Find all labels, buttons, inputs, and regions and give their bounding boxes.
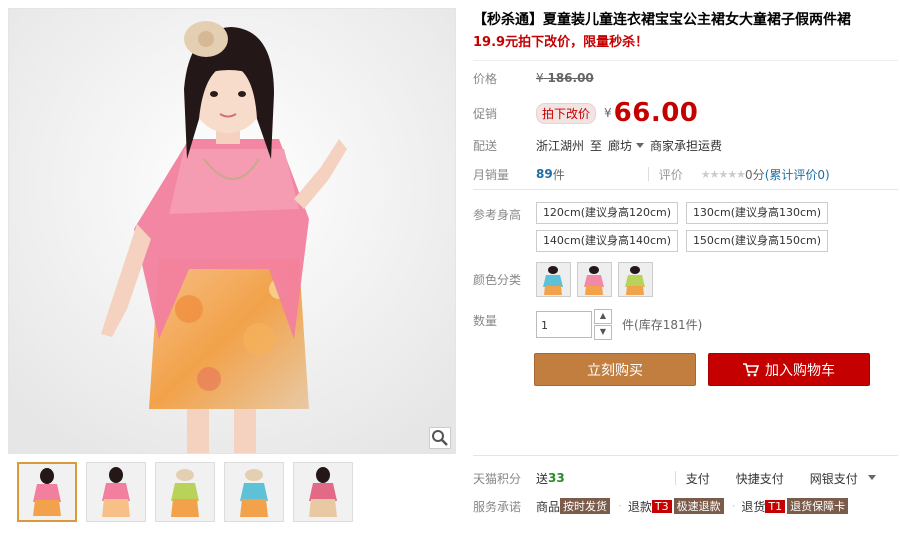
promo-price-row: 促销 拍下改价 ¥ 66.00 (473, 95, 898, 131)
action-buttons: 立刻购买 加入购物车 (534, 353, 898, 386)
size-option-120[interactable]: 120cm(建议身高120cm) (536, 202, 678, 224)
promo-label: 促销 (473, 106, 498, 121)
promo-tag: 拍下改价 (536, 102, 597, 124)
points-prefix: 送 (536, 471, 549, 486)
quantity-unit: 件 (622, 318, 635, 332)
color-option-green[interactable] (618, 262, 653, 297)
quantity-up-button[interactable]: ▲ (594, 309, 612, 324)
thumbnail-strip (17, 462, 353, 522)
size-label: 参考身高 (473, 208, 522, 222)
divider (674, 471, 676, 485)
thumbnail-1[interactable] (17, 462, 77, 522)
service-label: 服务承诺 (473, 499, 522, 514)
size-option-140[interactable]: 140cm(建议身高140cm) (536, 230, 678, 252)
thumbnail-3[interactable] (155, 462, 215, 522)
product-photo (9, 9, 455, 453)
product-info-panel: 【秒杀通】夏童装儿童连衣裙宝宝公主裙女大童裙子假两件裙 19.9元拍下改价，限量… (473, 8, 898, 386)
service-fast-refund-badge[interactable]: 极速退款 (673, 498, 724, 514)
product-title: 【秒杀通】夏童装儿童连衣裙宝宝公主裙女大童裙子假两件裙 (473, 12, 851, 28)
shopping-cart-icon (743, 362, 759, 376)
rating-score: 0分 (745, 167, 765, 182)
payment-label: 支付 (685, 471, 710, 486)
promo-currency: ¥ (604, 106, 612, 120)
promo-price: 66.00 (613, 98, 699, 128)
original-price-row: 价格 ¥ 186.00 (473, 61, 898, 95)
service-box: 天猫积分 送 33 支付 快捷支付 网银支付 服务承诺 商品 按时发货 · 退款… (473, 455, 898, 520)
dot-separator: · (618, 499, 622, 513)
service-refund-prefix: 退款 (627, 499, 652, 514)
color-label: 颜色分类 (473, 273, 522, 287)
quick-pay[interactable]: 快捷支付 (736, 470, 784, 487)
product-subtitle: 19.9元拍下改价，限量秒杀！ (473, 35, 649, 50)
add-to-cart-button[interactable]: 加入购物车 (708, 353, 870, 386)
shipping-row: 配送 浙江湖州 至 廊坊 商家承担运费 (473, 131, 898, 159)
points-label: 天猫积分 (473, 471, 522, 486)
review-count-link[interactable]: (累计评价0) (765, 166, 830, 183)
size-option-130[interactable]: 130cm(建议身高130cm) (686, 202, 828, 224)
add-to-cart-label: 加入购物车 (765, 362, 835, 379)
buy-now-button[interactable]: 立刻购买 (534, 353, 696, 386)
chevron-down-icon[interactable] (867, 475, 876, 480)
quantity-stepper: ▲ ▼ (594, 309, 612, 340)
quantity-label: 数量 (473, 314, 498, 328)
color-option-blue[interactable] (536, 262, 571, 297)
size-selector: 参考身高 120cm(建议身高120cm) 130cm(建议身高130cm) 1… (473, 202, 898, 252)
sales-row: 月销量 89 件 评价 ★★★★★ 0分 (累计评价0) (473, 159, 898, 190)
color-option-pink[interactable] (577, 262, 612, 297)
service-ontime-badge[interactable]: 按时发货 (560, 498, 611, 514)
review-label: 评价 (658, 167, 683, 182)
quantity-down-button[interactable]: ▼ (594, 325, 612, 340)
service-refund-code: T3 (651, 499, 672, 513)
original-currency: ¥ (536, 71, 544, 85)
thumbnail-4[interactable] (224, 462, 284, 522)
shipping-to-word: 至 (590, 138, 603, 153)
divider (647, 167, 649, 181)
service-return-prefix: 退货 (741, 499, 766, 514)
shipping-destination: 廊坊 (608, 138, 633, 153)
points-payment-row: 天猫积分 送 33 支付 快捷支付 网银支付 (473, 464, 898, 492)
thumbnail-2[interactable] (86, 462, 146, 522)
bank-pay[interactable]: 网银支付 (810, 470, 858, 487)
original-price: ¥ 186.00 (536, 71, 594, 85)
price-box: 价格 ¥ 186.00 促销 拍下改价 ¥ 66.00 配送 浙江湖州 至 廊坊… (473, 60, 898, 190)
service-return-card-badge[interactable]: 退货保障卡 (787, 498, 849, 514)
chevron-down-icon (636, 143, 645, 148)
magnifier-icon[interactable]: magnifier-icon (429, 427, 451, 449)
main-product-image[interactable]: magnifier-icon (8, 8, 456, 454)
quantity-input[interactable]: 1 (536, 311, 592, 338)
thumbnail-5[interactable] (293, 462, 353, 522)
stock-text: (库存181件) (634, 318, 703, 332)
service-goods-prefix: 商品 (536, 499, 561, 514)
dot-separator: · (731, 499, 736, 513)
sales-unit: 件 (552, 167, 565, 182)
size-option-150[interactable]: 150cm(建议身高150cm) (686, 230, 828, 252)
service-promise-row: 服务承诺 商品 按时发货 · 退款 T3 极速退款 · 退货 T1 退货保障卡 (473, 492, 898, 520)
service-return-code: T1 (765, 499, 786, 513)
sales-count: 89 (536, 167, 553, 181)
sales-label: 月销量 (473, 167, 510, 182)
price-label: 价格 (473, 71, 498, 86)
points-value: 33 (548, 471, 565, 485)
color-selector: 颜色分类 (473, 262, 898, 297)
original-price-value: 186.00 (547, 71, 594, 85)
shipping-note: 商家承担运费 (650, 138, 723, 153)
quantity-row: 数量 1 ▲ ▼ 件 (库存181件) (473, 309, 898, 340)
rating-stars: ★★★★★ (700, 167, 746, 181)
shipping-destination-select[interactable]: 廊坊 (608, 137, 650, 154)
shipping-label: 配送 (473, 138, 498, 153)
shipping-from: 浙江湖州 (536, 138, 585, 153)
